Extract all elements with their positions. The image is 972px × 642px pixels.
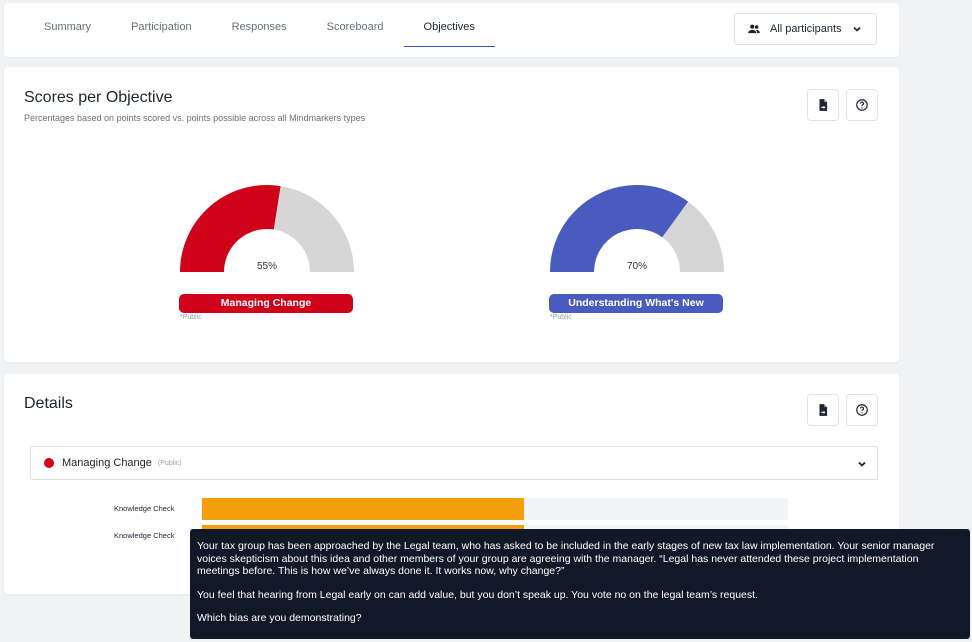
tooltip-paragraph: Your tax group has been approached by th…: [197, 540, 935, 577]
help-circle-icon: [856, 99, 868, 111]
bar-track: [202, 498, 788, 520]
file-export-icon: [819, 404, 828, 416]
gauge-track: [273, 186, 354, 272]
chevron-down-icon: [852, 26, 861, 32]
chevron-down-icon: [858, 461, 866, 467]
gauge-managing-change: 55%: [180, 185, 354, 272]
file-export-icon: [819, 99, 828, 111]
scores-title: Scores per Objective: [24, 89, 173, 106]
objective-label-understanding-whats-new[interactable]: Understanding What's New: [549, 294, 723, 313]
objective-label-managing-change[interactable]: Managing Change: [179, 294, 353, 313]
details-title: Details: [24, 395, 73, 412]
gauge-percent-label: 70%: [627, 261, 647, 272]
tab-summary[interactable]: Summary: [24, 13, 111, 47]
gauge-fill: [180, 185, 281, 272]
export-button[interactable]: [807, 89, 839, 121]
tooltip-paragraph: You feel that hearing from Legal early o…: [197, 588, 758, 601]
bar-row: Knowledge Check: [104, 498, 794, 520]
help-button[interactable]: [846, 89, 878, 121]
people-icon: [748, 24, 760, 34]
public-note: *Public: [550, 314, 572, 321]
gauge-understanding-whats-new: 70%: [550, 185, 724, 272]
objective-color-dot: [44, 458, 54, 468]
tab-participation[interactable]: Participation: [111, 13, 212, 47]
tabs-card: Summary Participation Responses Scoreboa…: [4, 3, 899, 57]
participants-filter-dropdown[interactable]: All participants: [734, 13, 877, 45]
public-note: *Public: [180, 314, 202, 321]
bar-label: Knowledge Check: [114, 504, 175, 513]
bar-fill: [202, 498, 525, 520]
tab-objectives[interactable]: Objectives: [403, 13, 495, 47]
gauge-percent-label: 55%: [257, 261, 277, 272]
scores-subtitle: Percentages based on points scored vs. p…: [24, 113, 366, 123]
tooltip-question: Which bias are you demonstrating?: [197, 612, 362, 624]
help-button[interactable]: [846, 394, 878, 426]
accordion-label: Managing Change: [62, 457, 152, 469]
gauge-fill: [550, 185, 689, 272]
help-circle-icon: [856, 404, 868, 416]
question-tooltip: Your tax group has been approached by th…: [190, 529, 970, 639]
participants-filter-label: All participants: [770, 23, 842, 35]
tab-responses[interactable]: Responses: [212, 13, 307, 47]
bar-label: Knowledge Check: [114, 531, 175, 540]
scores-card: Scores per Objective Percentages based o…: [4, 67, 899, 362]
tab-scoreboard[interactable]: Scoreboard: [307, 13, 404, 47]
accordion-public-tag: (Public): [157, 459, 182, 467]
tab-bar: Summary Participation Responses Scoreboa…: [24, 13, 495, 47]
export-button[interactable]: [807, 394, 839, 426]
objective-accordion-managing-change[interactable]: Managing Change (Public): [30, 446, 878, 480]
